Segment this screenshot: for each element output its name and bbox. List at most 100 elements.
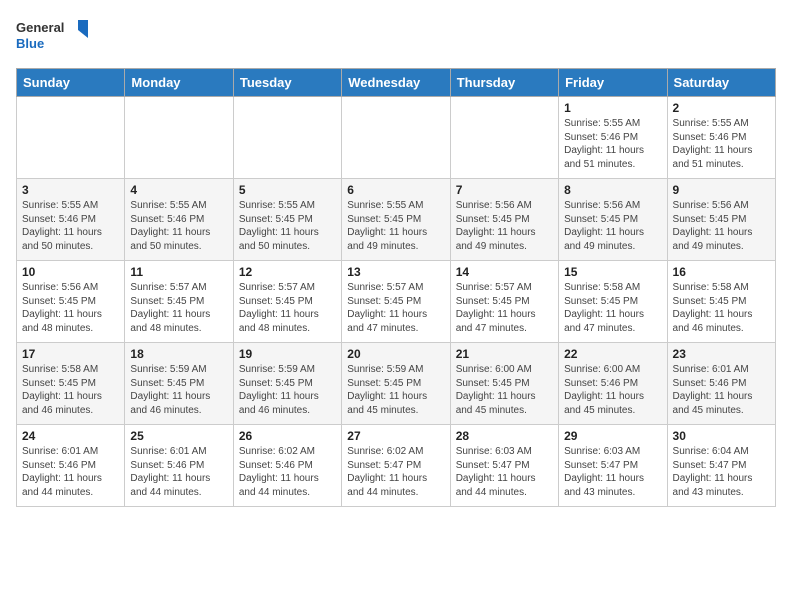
day-info: Sunrise: 5:58 AMSunset: 5:45 PMDaylight:… <box>673 281 770 335</box>
day-number: 11 <box>130 265 227 279</box>
weekday-header-friday: Friday <box>559 69 667 97</box>
calendar-cell: 13 Sunrise: 5:57 AMSunset: 5:45 PMDayligh… <box>342 261 450 343</box>
calendar-cell: 17 Sunrise: 5:58 AMSunset: 5:45 PMDayligh… <box>17 343 125 425</box>
day-info: Sunrise: 5:56 AMSunset: 5:45 PMDaylight:… <box>456 199 553 253</box>
day-number: 3 <box>22 183 119 197</box>
svg-text:Blue: Blue <box>16 36 44 51</box>
day-number: 20 <box>347 347 444 361</box>
day-number: 24 <box>22 429 119 443</box>
logo-svg: General Blue <box>16 16 96 56</box>
calendar-cell: 26 Sunrise: 6:02 AMSunset: 5:46 PMDayligh… <box>233 425 341 507</box>
day-info: Sunrise: 6:02 AMSunset: 5:46 PMDaylight:… <box>239 445 336 499</box>
day-number: 25 <box>130 429 227 443</box>
day-number: 23 <box>673 347 770 361</box>
weekday-header-wednesday: Wednesday <box>342 69 450 97</box>
calendar-cell: 12Sunrise: 5:57 AMSunset: 5:45 PMDayligh… <box>233 261 341 343</box>
day-number: 22 <box>564 347 661 361</box>
day-number: 26 <box>239 429 336 443</box>
day-number: 21 <box>456 347 553 361</box>
calendar-cell <box>450 97 558 179</box>
day-info: Sunrise: 6:02 AMSunset: 5:47 PMDaylight:… <box>347 445 444 499</box>
day-number: 10 <box>22 265 119 279</box>
page-header: General Blue <box>16 16 776 56</box>
day-number: 12 <box>239 265 336 279</box>
day-info: Sunrise: 5:55 AMSunset: 5:46 PMDaylight:… <box>130 199 227 253</box>
calendar-cell: 5Sunrise: 5:55 AMSunset: 5:45 PMDaylight… <box>233 179 341 261</box>
calendar-cell: 14 Sunrise: 5:57 AMSunset: 5:45 PMDayligh… <box>450 261 558 343</box>
day-info: Sunrise: 5:57 AMSunset: 5:45 PMDaylight:… <box>456 281 553 335</box>
calendar-cell: 2Sunrise: 5:55 AMSunset: 5:46 PMDaylight… <box>667 97 775 179</box>
day-number: 1 <box>564 101 661 115</box>
day-info: Sunrise: 6:01 AMSunset: 5:46 PMDaylight:… <box>673 363 770 417</box>
day-info: Sunrise: 5:56 AMSunset: 5:45 PMDaylight:… <box>673 199 770 253</box>
calendar-cell: 4 Sunrise: 5:55 AMSunset: 5:46 PMDaylight… <box>125 179 233 261</box>
day-info: Sunrise: 6:00 AMSunset: 5:46 PMDaylight:… <box>564 363 661 417</box>
day-number: 7 <box>456 183 553 197</box>
calendar-cell: 1 Sunrise: 5:55 AMSunset: 5:46 PMDaylight… <box>559 97 667 179</box>
calendar-cell <box>125 97 233 179</box>
logo: General Blue <box>16 16 96 56</box>
svg-text:General: General <box>16 20 64 35</box>
calendar-cell: 7 Sunrise: 5:56 AMSunset: 5:45 PMDaylight… <box>450 179 558 261</box>
calendar-cell: 30 Sunrise: 6:04 AMSunset: 5:47 PMDayligh… <box>667 425 775 507</box>
day-number: 4 <box>130 183 227 197</box>
day-info: Sunrise: 6:03 AMSunset: 5:47 PMDaylight:… <box>456 445 553 499</box>
day-number: 5 <box>239 183 336 197</box>
day-info: Sunrise: 5:58 AMSunset: 5:45 PMDaylight:… <box>564 281 661 335</box>
weekday-header-sunday: Sunday <box>17 69 125 97</box>
day-number: 30 <box>673 429 770 443</box>
weekday-header-thursday: Thursday <box>450 69 558 97</box>
calendar-cell: 16 Sunrise: 5:58 AMSunset: 5:45 PMDayligh… <box>667 261 775 343</box>
day-info: Sunrise: 6:01 AMSunset: 5:46 PMDaylight:… <box>22 445 119 499</box>
calendar-cell <box>342 97 450 179</box>
day-number: 6 <box>347 183 444 197</box>
day-number: 15 <box>564 265 661 279</box>
day-info: Sunrise: 6:04 AMSunset: 5:47 PMDaylight:… <box>673 445 770 499</box>
day-info: Sunrise: 5:59 AMSunset: 5:45 PMDaylight:… <box>239 363 336 417</box>
day-info: Sunrise: 5:55 AMSunset: 5:46 PMDaylight:… <box>564 117 661 171</box>
calendar-cell: 3 Sunrise: 5:55 AMSunset: 5:46 PMDaylight… <box>17 179 125 261</box>
week-row-2: 3 Sunrise: 5:55 AMSunset: 5:46 PMDaylight… <box>17 179 776 261</box>
day-info: Sunrise: 5:59 AMSunset: 5:45 PMDaylight:… <box>130 363 227 417</box>
calendar-cell: 22 Sunrise: 6:00 AMSunset: 5:46 PMDayligh… <box>559 343 667 425</box>
calendar-cell <box>233 97 341 179</box>
calendar-cell: 25 Sunrise: 6:01 AMSunset: 5:46 PMDayligh… <box>125 425 233 507</box>
calendar-cell: 28 Sunrise: 6:03 AMSunset: 5:47 PMDayligh… <box>450 425 558 507</box>
week-row-1: 1 Sunrise: 5:55 AMSunset: 5:46 PMDaylight… <box>17 97 776 179</box>
weekday-header-tuesday: Tuesday <box>233 69 341 97</box>
day-number: 14 <box>456 265 553 279</box>
day-info: Sunrise: 5:57 AMSunset: 5:45 PMDaylight:… <box>347 281 444 335</box>
calendar-cell: 24 Sunrise: 6:01 AMSunset: 5:46 PMDayligh… <box>17 425 125 507</box>
calendar-cell <box>17 97 125 179</box>
day-number: 16 <box>673 265 770 279</box>
day-number: 29 <box>564 429 661 443</box>
logo-text: General Blue <box>16 16 96 56</box>
calendar-cell: 29Sunrise: 6:03 AMSunset: 5:47 PMDayligh… <box>559 425 667 507</box>
calendar-cell: 8 Sunrise: 5:56 AMSunset: 5:45 PMDaylight… <box>559 179 667 261</box>
weekday-header-monday: Monday <box>125 69 233 97</box>
week-row-4: 17 Sunrise: 5:58 AMSunset: 5:45 PMDayligh… <box>17 343 776 425</box>
calendar-cell: 9 Sunrise: 5:56 AMSunset: 5:45 PMDaylight… <box>667 179 775 261</box>
day-info: Sunrise: 6:00 AMSunset: 5:45 PMDaylight:… <box>456 363 553 417</box>
calendar-cell: 20Sunrise: 5:59 AMSunset: 5:45 PMDayligh… <box>342 343 450 425</box>
weekday-header-saturday: Saturday <box>667 69 775 97</box>
day-number: 9 <box>673 183 770 197</box>
day-info: Sunrise: 5:56 AMSunset: 5:45 PMDaylight:… <box>564 199 661 253</box>
day-info: Sunrise: 6:01 AMSunset: 5:46 PMDaylight:… <box>130 445 227 499</box>
calendar-cell: 6 Sunrise: 5:55 AMSunset: 5:45 PMDaylight… <box>342 179 450 261</box>
day-number: 27 <box>347 429 444 443</box>
week-row-3: 10Sunrise: 5:56 AMSunset: 5:45 PMDayligh… <box>17 261 776 343</box>
calendar-cell: 21 Sunrise: 6:00 AMSunset: 5:45 PMDayligh… <box>450 343 558 425</box>
day-info: Sunrise: 5:55 AMSunset: 5:46 PMDaylight:… <box>22 199 119 253</box>
calendar-table: SundayMondayTuesdayWednesdayThursdayFrid… <box>16 68 776 507</box>
weekday-header-row: SundayMondayTuesdayWednesdayThursdayFrid… <box>17 69 776 97</box>
day-number: 13 <box>347 265 444 279</box>
calendar-cell: 11Sunrise: 5:57 AMSunset: 5:45 PMDayligh… <box>125 261 233 343</box>
day-number: 2 <box>673 101 770 115</box>
calendar-cell: 10Sunrise: 5:56 AMSunset: 5:45 PMDayligh… <box>17 261 125 343</box>
day-number: 8 <box>564 183 661 197</box>
day-info: Sunrise: 5:58 AMSunset: 5:45 PMDaylight:… <box>22 363 119 417</box>
day-number: 17 <box>22 347 119 361</box>
day-info: Sunrise: 5:55 AMSunset: 5:45 PMDaylight:… <box>347 199 444 253</box>
day-number: 28 <box>456 429 553 443</box>
